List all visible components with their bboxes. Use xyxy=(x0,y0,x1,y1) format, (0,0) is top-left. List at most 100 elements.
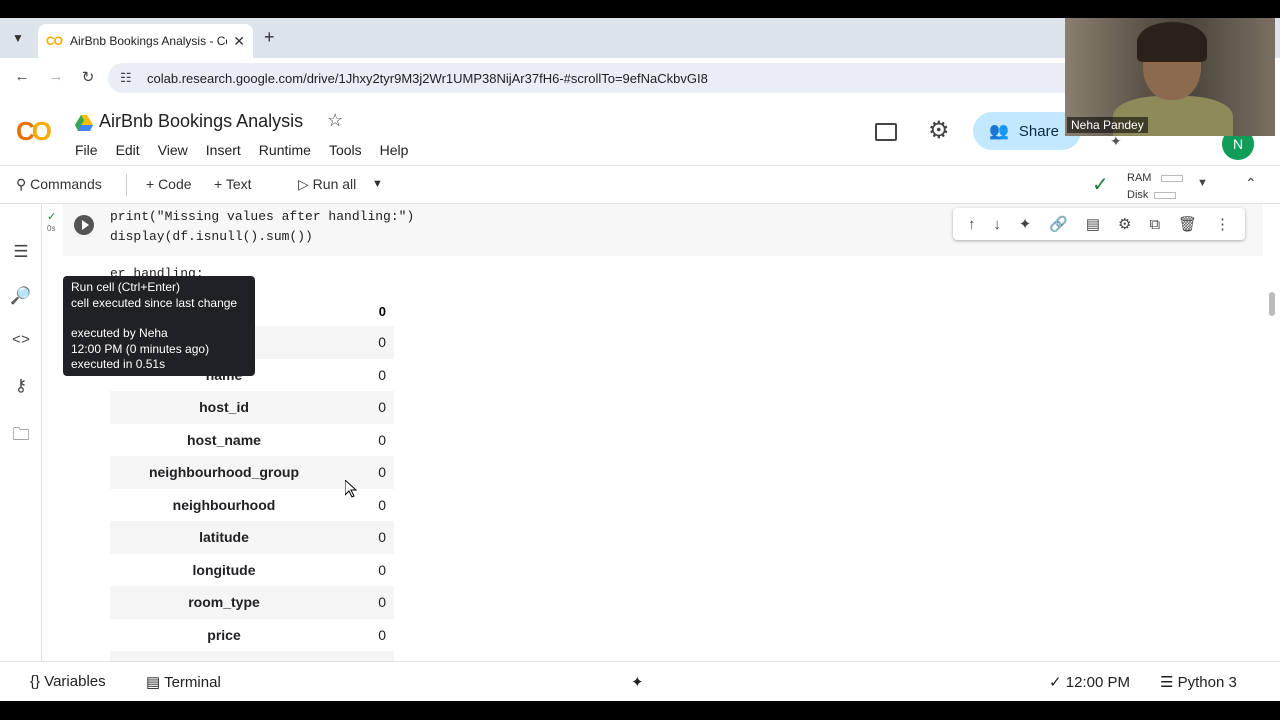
table-row: host_id 0 xyxy=(110,391,394,424)
menu-edit[interactable]: Edit xyxy=(116,142,140,158)
menu-tools[interactable]: Tools xyxy=(329,142,362,158)
close-tab-icon[interactable]: ✕ xyxy=(233,33,245,50)
notebook-title[interactable]: AirBnb Bookings Analysis xyxy=(99,111,303,132)
menu-bar: File Edit View Insert Runtime Tools Help xyxy=(75,142,426,158)
tab-search-icon[interactable]: ▼ xyxy=(8,28,28,48)
vertical-scrollbar[interactable] xyxy=(1269,292,1275,316)
table-row: latitude 0 xyxy=(110,521,394,554)
logo-c: C xyxy=(16,116,35,146)
column-header: 0 xyxy=(378,304,386,319)
share-label: Share xyxy=(1018,122,1059,140)
reload-icon[interactable]: ↻ xyxy=(78,68,98,86)
delete-icon[interactable]: 🗑 xyxy=(1178,215,1197,233)
link-icon[interactable]: 🔗 xyxy=(1049,215,1068,233)
colab-favicon-icon: CO xyxy=(46,34,63,48)
connected-check-icon: ✓ xyxy=(1092,174,1109,196)
run-all-label: Run all xyxy=(312,176,357,192)
drive-icon[interactable] xyxy=(75,115,93,131)
move-down-icon[interactable]: ↓ xyxy=(993,216,1001,233)
table-row: minimum_nights0 xyxy=(110,651,394,661)
notebook-toolbar: ⚲ Commands + Code + Text ▷ Run all ▼ ✓ R… xyxy=(0,166,1280,204)
add-code-button[interactable]: + Code xyxy=(146,176,192,192)
row-label: longitude xyxy=(192,561,256,578)
tooltip-line: Run cell (Ctrl+Enter) xyxy=(71,280,181,294)
row-value: 0 xyxy=(378,496,386,513)
row-value: 0 xyxy=(378,399,386,415)
row-label: host_name xyxy=(187,431,261,448)
webcam-overlay: Neha Pandey xyxy=(1065,18,1275,136)
more-options-icon[interactable]: ⋮ xyxy=(1215,215,1230,233)
commands-button[interactable]: ⚲ Commands xyxy=(16,176,102,193)
cell-code[interactable]: print("Missing values after handling:") … xyxy=(110,207,414,247)
check-icon: ✓ xyxy=(1049,674,1062,691)
site-info-icon[interactable]: ☷ xyxy=(120,70,132,86)
menu-runtime[interactable]: Runtime xyxy=(259,142,311,158)
comment-icon[interactable] xyxy=(875,123,897,141)
disk-label: Disk xyxy=(1127,189,1149,201)
participant-name: Neha Pandey xyxy=(1067,117,1148,133)
forward-icon[interactable]: → xyxy=(46,68,66,85)
run-cell-tooltip: Run cell (Ctrl+Enter) cell executed sinc… xyxy=(63,276,255,376)
row-value: 0 xyxy=(378,561,386,578)
menu-view[interactable]: View xyxy=(158,142,188,158)
menu-insert[interactable]: Insert xyxy=(206,142,241,158)
logo-o: O xyxy=(31,116,52,146)
cell-toolbar: ↑ ↓ ✦ 🔗 ▤ ⚙ ⧉ 🗑 ⋮ xyxy=(953,208,1245,240)
search-icon: ⚲ xyxy=(16,176,27,192)
terminal-button[interactable]: ▤ Terminal xyxy=(146,673,221,691)
resources-dropdown-icon[interactable]: ▼ xyxy=(1197,177,1208,189)
row-value: 0 xyxy=(378,431,386,448)
gemini-sparkle-icon[interactable]: ✦ xyxy=(1019,215,1032,233)
files-folder-icon[interactable]: 🗀 xyxy=(10,422,32,451)
table-of-contents-icon[interactable]: ☰ xyxy=(10,242,32,262)
add-text-button[interactable]: + Text xyxy=(214,176,252,192)
run-cell-button[interactable] xyxy=(74,215,94,235)
play-icon: ▷ xyxy=(298,176,309,192)
new-tab-icon[interactable]: + xyxy=(264,27,275,48)
table-row: price 0 xyxy=(110,619,394,652)
server-icon: ☰ xyxy=(1160,674,1174,691)
row-label: neighbourhood_group xyxy=(148,464,300,480)
back-icon[interactable]: ← xyxy=(12,68,32,85)
tooltip-line: 12:00 PM (0 minutes ago) xyxy=(71,341,210,356)
code-snippets-icon[interactable]: <> xyxy=(10,332,32,349)
presenter-hair xyxy=(1137,22,1207,62)
run-all-button[interactable]: ▷ Run all xyxy=(298,176,356,193)
row-value: 0 xyxy=(378,594,386,610)
settings-gear-icon[interactable]: ⚙ xyxy=(928,116,950,145)
table-row: longitude 0 xyxy=(110,554,394,587)
menu-help[interactable]: Help xyxy=(380,142,409,158)
find-replace-icon[interactable]: 🔎 xyxy=(10,286,32,306)
notebook-content: ✓ 0s print("Missing values after handlin… xyxy=(43,204,1265,661)
menu-file[interactable]: File xyxy=(75,142,98,158)
left-rail: ☰ 🔎 <> ⚷ 🗀 xyxy=(0,204,42,661)
browser-tab[interactable]: CO AirBnb Bookings Analysis - Cola ✕ xyxy=(38,24,253,58)
execution-time: 0s xyxy=(47,224,56,233)
secrets-key-icon[interactable]: ⚷ xyxy=(10,376,32,396)
star-icon[interactable]: ☆ xyxy=(327,110,343,131)
variables-button[interactable]: {} Variables xyxy=(30,673,106,690)
row-value: 0 xyxy=(378,529,386,545)
gemini-status-icon[interactable]: ✦ xyxy=(631,673,644,691)
cell-settings-icon[interactable]: ⚙ xyxy=(1118,215,1131,233)
row-value: 0 xyxy=(378,464,386,480)
collapse-icon[interactable]: ⌃ xyxy=(1245,175,1257,192)
url-text[interactable]: colab.research.google.com/drive/1Jhxy2ty… xyxy=(147,71,708,86)
ram-disk-indicator[interactable]: RAM Disk xyxy=(1127,170,1184,204)
run-all-dropdown-icon[interactable]: ▼ xyxy=(372,178,383,190)
colab-logo[interactable]: CO xyxy=(16,116,52,147)
table-row: host_name 0 xyxy=(110,424,394,457)
tooltip-line: cell executed since last change xyxy=(71,295,238,310)
variables-label: Variables xyxy=(44,673,106,690)
tooltip-line: executed by Neha xyxy=(71,326,168,340)
ram-bar xyxy=(1161,174,1184,182)
move-up-icon[interactable]: ↑ xyxy=(968,216,976,233)
mirror-cell-icon[interactable]: ⧉ xyxy=(1149,216,1160,233)
terminal-icon: ▤ xyxy=(146,674,161,691)
execution-status[interactable]: ✓ 12:00 PM xyxy=(1049,673,1130,691)
table-row: room_type 0 xyxy=(110,586,394,619)
browser-window: ▼ CO AirBnb Bookings Analysis - Cola ✕ +… xyxy=(0,18,1280,701)
comment-cell-icon[interactable]: ▤ xyxy=(1086,215,1100,233)
runtime-button[interactable]: ☰ Python 3 xyxy=(1160,673,1237,691)
runtime-label: Python 3 xyxy=(1177,674,1237,691)
